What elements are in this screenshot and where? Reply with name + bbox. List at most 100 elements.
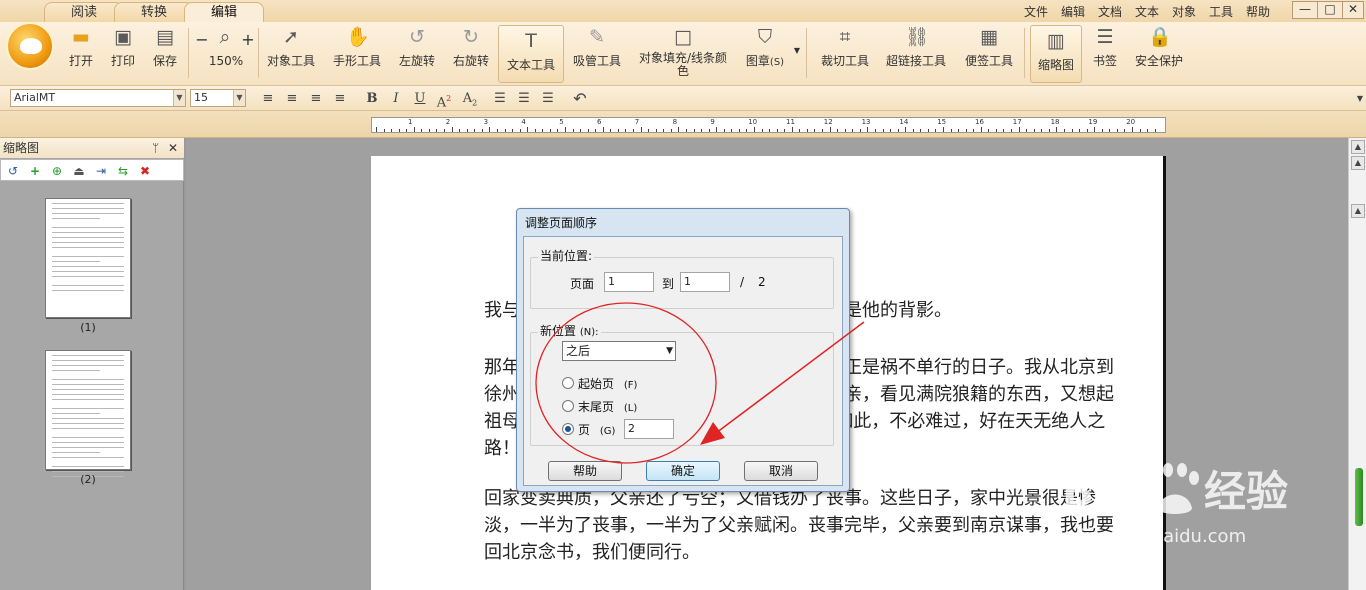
menu-help[interactable]: 帮助 (1246, 3, 1270, 20)
security-button[interactable]: 🔒 安全保护 (1130, 26, 1188, 74)
thumbnail-text-line (52, 227, 124, 228)
maximize-button[interactable]: □ (1317, 1, 1343, 19)
cancel-button[interactable]: 取消 (744, 461, 818, 481)
separator (1024, 28, 1025, 78)
tab-convert[interactable]: 转换 (114, 2, 194, 22)
pin-icon[interactable]: ᛘ (152, 138, 159, 158)
move-page-icon[interactable]: ⇥ (93, 163, 109, 179)
scroll-page-up-icon[interactable]: ▲ (1351, 204, 1365, 218)
close-button[interactable]: ✕ (1342, 1, 1364, 19)
to-label: 到 (662, 277, 675, 291)
scroll-top-icon[interactable]: ▲ (1351, 156, 1365, 170)
ruler-tick (444, 129, 446, 132)
ruler-tick (1063, 129, 1065, 132)
justify-button[interactable]: ≡ (330, 89, 350, 108)
insert-blank-page-icon[interactable]: ⊕ (49, 163, 65, 179)
radio-page[interactable] (562, 423, 574, 435)
position-select[interactable]: 之后 ▼ (562, 341, 676, 361)
bookmarks-button[interactable]: ☰ 书签 (1088, 26, 1122, 74)
replace-page-icon[interactable]: ⇆ (115, 163, 131, 179)
ruler-number: 12 (823, 118, 833, 126)
rotate-left-button[interactable]: ↺ 左旋转 (396, 26, 438, 74)
hand-tool-button[interactable]: ✋ 手形工具 (330, 26, 384, 74)
italic-button[interactable]: I (386, 89, 406, 108)
ruler-tick (512, 129, 514, 132)
menu-tools[interactable]: 工具 (1209, 3, 1233, 20)
tab-read[interactable]: 阅读 (44, 2, 124, 22)
fill-line-color-button[interactable]: □ 对象填充/线条颜 色 (636, 26, 730, 78)
rotate-page-icon[interactable]: ↺ (5, 163, 21, 179)
font-family-combo[interactable]: ArialMT ▼ (10, 89, 186, 107)
crop-tool-button[interactable]: ⌗ 裁切工具 (818, 26, 872, 74)
open-button[interactable]: ▬ 打开 (64, 26, 98, 74)
line-spacing-2-button[interactable]: ☰ (514, 89, 534, 108)
vertical-scrollbar[interactable]: ▲ ▲ ▲ (1348, 138, 1366, 590)
toolbar-overflow[interactable]: ▼ (1350, 89, 1366, 108)
insert-page-icon[interactable]: + (27, 163, 43, 179)
eyedropper-button[interactable]: ✎ 吸管工具 (570, 26, 624, 74)
page-thumbnail-1[interactable] (45, 198, 131, 318)
page-thumbnail-2[interactable] (45, 350, 131, 477)
align-left-button[interactable]: ≡ (258, 89, 278, 108)
hyperlink-tool-button[interactable]: ⛓ 超链接工具 (884, 26, 948, 74)
text-tool-button[interactable]: T 文本工具 (498, 25, 564, 83)
object-tool-button[interactable]: ➚ 对象工具 (264, 26, 318, 74)
ruler-tick (746, 129, 748, 132)
target-page-input[interactable]: 2 (624, 419, 674, 439)
menu-object[interactable]: 对象 (1172, 3, 1196, 20)
scrollbar-thumb[interactable] (1355, 468, 1363, 526)
menu-text[interactable]: 文本 (1135, 3, 1159, 20)
bold-button[interactable]: B (362, 89, 382, 108)
menu-document[interactable]: 文档 (1098, 3, 1122, 20)
help-button[interactable]: 帮助 (548, 461, 622, 481)
ruler-tick (1026, 129, 1028, 132)
underline-button[interactable]: U (410, 89, 430, 108)
subscript-button[interactable]: A2 (460, 89, 480, 108)
note-tool-button[interactable]: ▦ 便签工具 (962, 26, 1016, 74)
thumbnails-button[interactable]: ▥ 缩略图 (1030, 25, 1082, 83)
app-logo[interactable] (6, 22, 54, 70)
ruler-number: 16 (975, 118, 984, 126)
stamp-dropdown[interactable]: ▼ (792, 42, 802, 90)
chevron-down-icon: ▼ (233, 90, 245, 106)
print-button[interactable]: ▣ 打印 (106, 26, 140, 74)
thumbnail-text-line (52, 237, 124, 238)
undo-button[interactable]: ↶ (570, 89, 590, 108)
save-button[interactable]: ▤ 保存 (148, 26, 182, 74)
ruler-tick (859, 129, 861, 132)
ruler-tick (852, 129, 854, 132)
radio-last-page[interactable] (562, 400, 574, 412)
stamp-button[interactable]: ⛉ 图章(S) (742, 26, 788, 74)
ruler-tick (1147, 129, 1149, 132)
radio-first-page[interactable] (562, 377, 574, 389)
superscript-button[interactable]: A2 (434, 89, 454, 110)
scroll-up-icon[interactable]: ▲ (1351, 140, 1365, 154)
thumbnail-text-line (52, 290, 124, 291)
dialog-title: 调整页面顺序 (525, 216, 598, 230)
horizontal-ruler[interactable]: 1 2 3 4 5 6 7 8 9 10 11 12 13 14 15 16 17 18 19 20 (371, 117, 1166, 133)
ruler-number: 10 (748, 118, 758, 126)
ruler-tick (890, 129, 892, 132)
ruler-tick (391, 129, 393, 132)
rotate-right-button[interactable]: ↻ 右旋转 (450, 26, 492, 74)
from-page-input[interactable]: 1 (604, 272, 654, 292)
tab-edit[interactable]: 编辑 (184, 2, 264, 22)
thumbnail-text-line (52, 423, 124, 424)
zoom-level[interactable]: 150% (204, 54, 248, 70)
ok-button[interactable]: 确定 (646, 461, 720, 481)
align-center-button[interactable]: ≡ (282, 89, 302, 108)
minimize-button[interactable]: — (1292, 1, 1318, 19)
ruler-tick (776, 129, 778, 132)
ruler-tick (738, 129, 740, 132)
menu-file[interactable]: 文件 (1024, 3, 1048, 20)
line-spacing-1-button[interactable]: ☰ (490, 89, 510, 108)
rotate-left-icon: ↺ (409, 26, 425, 48)
delete-page-icon[interactable]: ✖ (137, 163, 153, 179)
menu-edit[interactable]: 编辑 (1061, 3, 1085, 20)
font-size-combo[interactable]: 15 ▼ (190, 89, 246, 107)
line-spacing-3-button[interactable]: ☰ (538, 89, 558, 108)
align-right-button[interactable]: ≡ (306, 89, 326, 108)
close-icon[interactable]: ✕ (168, 138, 178, 158)
to-page-input[interactable]: 1 (680, 272, 730, 292)
extract-page-icon[interactable]: ⏏ (71, 163, 87, 179)
